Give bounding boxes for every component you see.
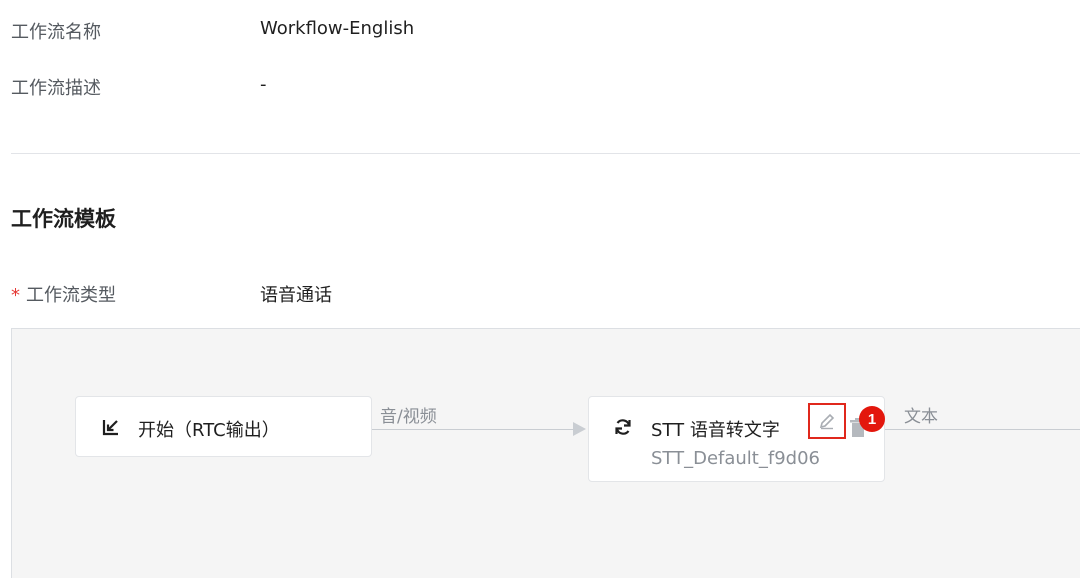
- edge-stt-to-next: [885, 429, 1080, 430]
- pencil-icon: [819, 413, 835, 430]
- workflow-desc-value: -: [260, 74, 267, 95]
- workflow-name-label: 工作流名称: [11, 22, 101, 43]
- workflow-type-label: * 工作流类型: [11, 281, 116, 307]
- edge-2-label: 文本: [904, 407, 938, 427]
- template-section-title: 工作流模板: [11, 207, 116, 231]
- stt-node-subtitle: STT_Default_f9d06: [651, 448, 820, 469]
- edit-node-button[interactable]: [808, 403, 846, 439]
- edge-start-to-stt: [372, 429, 578, 430]
- workflow-type-label-text: 工作流类型: [26, 285, 116, 306]
- workflow-detail-page: 工作流名称 Workflow-English 工作流描述 - 工作流模板 * 工作…: [0, 0, 1080, 578]
- required-mark: *: [11, 285, 20, 306]
- workflow-name-value: Workflow-English: [260, 18, 415, 39]
- workflow-desc-label: 工作流描述: [11, 78, 101, 99]
- arrow-down-left-icon: [102, 420, 118, 436]
- refresh-icon: [615, 419, 631, 435]
- edge-1-label: 音/视频: [380, 407, 437, 427]
- start-node-title: 开始（RTC输出）: [138, 420, 280, 441]
- step-badge: 1: [859, 406, 885, 432]
- section-divider: [11, 153, 1080, 154]
- stt-node-title: STT 语音转文字: [651, 420, 780, 441]
- workflow-type-value: 语音通话: [260, 285, 332, 306]
- edge-arrowhead: [573, 422, 586, 436]
